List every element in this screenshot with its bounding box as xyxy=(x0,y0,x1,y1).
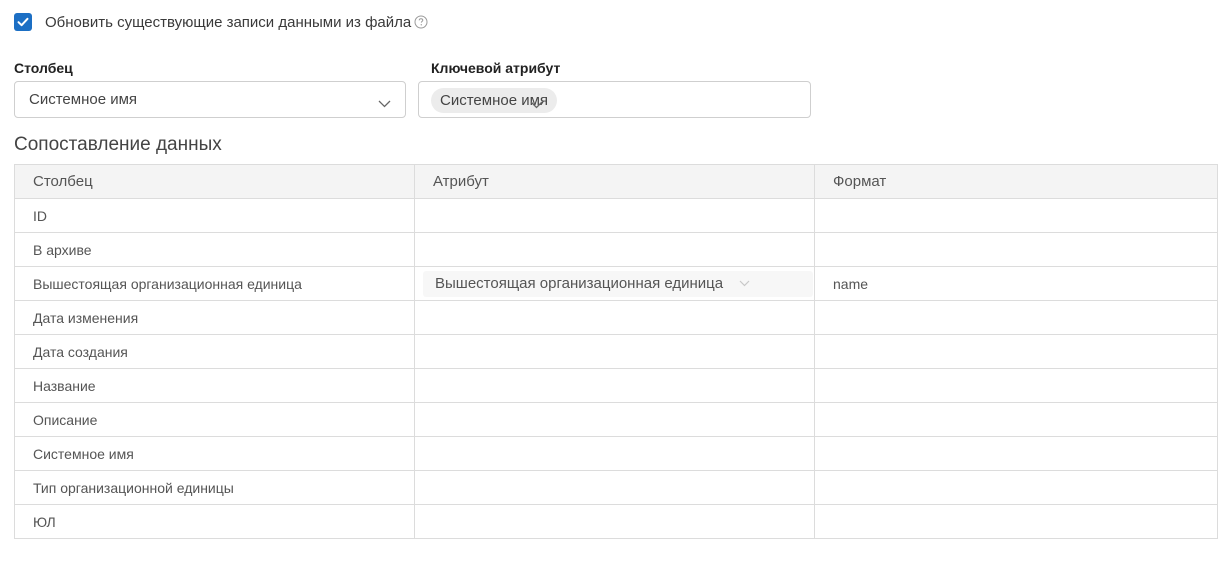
row-format-cell[interactable] xyxy=(814,436,1218,471)
check-icon xyxy=(17,17,29,27)
key-attribute-chip[interactable]: Системное имя xyxy=(431,88,558,113)
column-field-label: Столбец xyxy=(14,60,73,76)
table-row: ЮЛ xyxy=(14,504,1218,539)
row-column-cell: Описание xyxy=(14,402,415,437)
attribute-select-value: Вышестоящая организационная единица xyxy=(435,275,724,292)
row-column-cell: В архиве xyxy=(14,232,415,267)
update-existing-label: Обновить существующие записи данными из … xyxy=(45,13,412,31)
row-column-cell: Системное имя xyxy=(14,436,415,471)
row-format-cell[interactable] xyxy=(814,198,1218,233)
row-attribute-cell[interactable] xyxy=(414,368,815,403)
row-format-cell[interactable] xyxy=(814,334,1218,369)
row-format-cell[interactable] xyxy=(814,402,1218,437)
row-column-cell: Дата изменения xyxy=(14,300,415,335)
row-attribute-cell: Вышестоящая организационная единица xyxy=(414,266,815,301)
row-format-cell[interactable]: name xyxy=(814,266,1218,301)
row-format-cell[interactable] xyxy=(814,300,1218,335)
row-attribute-cell[interactable] xyxy=(414,470,815,505)
row-attribute-cell[interactable] xyxy=(414,334,815,369)
row-attribute-cell[interactable] xyxy=(414,436,815,471)
row-attribute-cell[interactable] xyxy=(414,402,815,437)
update-existing-row: Обновить существующие записи данными из … xyxy=(14,12,428,32)
row-attribute-cell[interactable] xyxy=(414,232,815,267)
header-attribute: Атрибут xyxy=(414,164,815,199)
row-column-cell: Тип организационной единицы xyxy=(14,470,415,505)
chevron-down-icon xyxy=(378,95,391,113)
update-existing-checkbox[interactable] xyxy=(14,13,32,31)
mapping-table: Столбец Атрибут Формат ID В архиве Вышес… xyxy=(14,164,1218,539)
row-format-cell[interactable] xyxy=(814,504,1218,539)
row-column-cell: Вышестоящая организационная единица xyxy=(14,266,415,301)
attribute-select[interactable]: Вышестоящая организационная единица xyxy=(423,270,813,297)
row-attribute-cell[interactable] xyxy=(414,504,815,539)
table-row: В архиве xyxy=(14,232,1218,267)
row-format-cell[interactable] xyxy=(814,232,1218,267)
key-attribute-select[interactable]: Системное имя xyxy=(418,81,811,118)
row-column-cell: ЮЛ xyxy=(14,504,415,539)
row-format-cell[interactable] xyxy=(814,470,1218,505)
table-row: Название xyxy=(14,368,1218,403)
table-row: Вышестоящая организационная единица Выше… xyxy=(14,266,1218,301)
header-format: Формат xyxy=(814,164,1218,199)
table-row: Дата создания xyxy=(14,334,1218,369)
row-column-cell: Дата создания xyxy=(14,334,415,369)
header-column: Столбец xyxy=(14,164,415,199)
chevron-down-icon xyxy=(530,101,543,109)
section-title: Сопоставление данных xyxy=(14,134,222,155)
column-select-value: Системное имя xyxy=(29,91,138,108)
row-column-cell: ID xyxy=(14,198,415,233)
row-attribute-cell[interactable] xyxy=(414,198,815,233)
column-select[interactable]: Системное имя xyxy=(14,81,406,118)
row-format-cell[interactable] xyxy=(814,368,1218,403)
question-circle-icon[interactable] xyxy=(414,15,428,29)
table-row: Описание xyxy=(14,402,1218,437)
chevron-down-icon xyxy=(739,280,750,287)
table-row: Системное имя xyxy=(14,436,1218,471)
key-attribute-label: Ключевой атрибут xyxy=(431,60,561,76)
row-attribute-cell[interactable] xyxy=(414,300,815,335)
table-row: Дата изменения xyxy=(14,300,1218,335)
table-header-row: Столбец Атрибут Формат xyxy=(14,164,1218,199)
row-column-cell: Название xyxy=(14,368,415,403)
table-row: Тип организационной единицы xyxy=(14,470,1218,505)
table-row: ID xyxy=(14,198,1218,233)
